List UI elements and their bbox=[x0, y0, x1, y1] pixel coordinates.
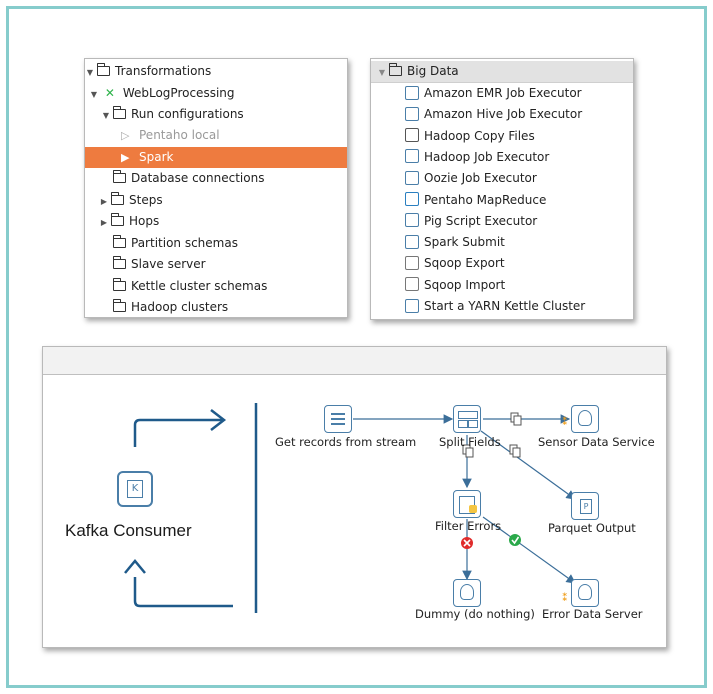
expand-arrow-icon[interactable]: ▼ bbox=[377, 62, 387, 83]
bigdata-item-label: Hadoop Copy Files bbox=[424, 128, 535, 143]
split-fields-label: Split Fields bbox=[439, 435, 501, 449]
bigdata-item[interactable]: Amazon EMR Job Executor bbox=[405, 83, 582, 104]
folder-icon bbox=[113, 277, 126, 291]
filter-errors-label: Filter Errors bbox=[435, 519, 502, 533]
kafka-loop-arrows bbox=[124, 409, 233, 608]
folder-icon bbox=[113, 105, 126, 119]
bigdata-item[interactable]: Sqoop Export bbox=[405, 253, 505, 274]
pig-icon bbox=[405, 213, 419, 228]
true-result-icon bbox=[509, 534, 521, 546]
bigdata-item-label: Start a YARN Kettle Cluster bbox=[424, 299, 586, 313]
bigdata-header-row[interactable]: ▼ Big Data bbox=[377, 61, 459, 82]
tree-item-hops[interactable]: ▶ Hops bbox=[99, 211, 159, 232]
bigdata-item-label: Pig Script Executor bbox=[424, 213, 538, 228]
bigdata-item[interactable]: Sqoop Import bbox=[405, 275, 505, 296]
bigdata-item[interactable]: Start a YARN Kettle Cluster bbox=[405, 296, 585, 317]
view-tree-panel: ▼ Transformations ▼ ✕ WebLogProcessing ▼ Ru… bbox=[84, 58, 348, 318]
kafka-consumer-icon[interactable]: K bbox=[117, 471, 153, 507]
tree-item-weblogprocessing[interactable]: ▼ ✕ WebLogProcessing bbox=[89, 83, 235, 104]
hadoop-icon bbox=[405, 149, 419, 164]
emr-icon bbox=[405, 85, 419, 100]
copy-files-icon bbox=[405, 128, 419, 143]
folder-icon bbox=[113, 298, 126, 312]
error-server-step-icon[interactable] bbox=[571, 579, 599, 607]
tree-item-database-connections[interactable]: Database connections bbox=[111, 168, 264, 189]
play-icon: ▷ bbox=[121, 129, 130, 142]
folder-icon bbox=[113, 169, 126, 183]
folder-icon bbox=[113, 234, 126, 248]
bigdata-item[interactable]: Hadoop Copy Files bbox=[405, 126, 535, 147]
transformation-canvas: K Kafka Consumer Get records from stream… bbox=[42, 346, 667, 648]
kafka-consumer-label: Kafka Consumer bbox=[65, 521, 192, 540]
bigdata-item-label: Amazon EMR Job Executor bbox=[424, 86, 582, 100]
collapse-arrow-icon[interactable]: ▶ bbox=[99, 191, 109, 212]
sensor-service-step-icon[interactable] bbox=[571, 405, 599, 433]
get-records-step-icon[interactable] bbox=[324, 405, 352, 433]
filter-errors-step-icon[interactable] bbox=[453, 490, 481, 518]
collapse-arrow-icon[interactable]: ▶ bbox=[99, 212, 109, 233]
bigdata-item-label: Spark Submit bbox=[424, 235, 505, 250]
bigdata-item-label: Oozie Job Executor bbox=[424, 171, 537, 186]
bigdata-item-label: Pentaho MapReduce bbox=[424, 192, 547, 207]
expand-arrow-icon[interactable]: ▼ bbox=[85, 62, 95, 83]
false-result-icon bbox=[461, 537, 473, 549]
tree-item-hadoop-clusters[interactable]: Hadoop clusters bbox=[111, 297, 228, 317]
folder-icon bbox=[111, 191, 124, 205]
hive-icon bbox=[405, 106, 419, 121]
get-records-label: Get records from stream bbox=[275, 435, 417, 449]
dummy-label: Dummy (do nothing) bbox=[415, 607, 535, 621]
bigdata-item[interactable]: Pentaho MapReduce bbox=[405, 190, 546, 211]
folder-icon bbox=[389, 62, 402, 76]
sqoop-import-icon bbox=[405, 277, 419, 292]
yarn-icon bbox=[405, 298, 419, 313]
bigdata-panel: ▼ Big Data Amazon EMR Job Executor Amazon … bbox=[370, 58, 634, 320]
bigdata-item-label: Sqoop Export bbox=[424, 256, 505, 271]
transformation-icon: ✕ bbox=[104, 86, 115, 100]
parquet-output-label: Parquet Output bbox=[548, 521, 636, 535]
parquet-output-step-icon[interactable]: P bbox=[571, 492, 599, 520]
tree-item-transformations[interactable]: ▼ Transformations bbox=[85, 61, 211, 82]
tree-item-slave-server[interactable]: Slave server bbox=[111, 254, 206, 275]
bigdata-item-label: Sqoop Import bbox=[424, 277, 506, 292]
distribute-icon: ⁑ bbox=[562, 591, 568, 604]
dummy-step-icon[interactable] bbox=[453, 579, 481, 607]
error-server-label: Error Data Server bbox=[542, 607, 643, 621]
split-fields-step-icon[interactable] bbox=[453, 405, 481, 433]
folder-icon bbox=[113, 255, 126, 269]
expand-arrow-icon[interactable]: ▼ bbox=[101, 105, 111, 126]
bigdata-item[interactable]: Pig Script Executor bbox=[405, 211, 537, 232]
sqoop-export-icon bbox=[405, 255, 419, 270]
mapreduce-icon bbox=[405, 192, 419, 206]
tree-item-run-configurations[interactable]: ▼ Run configurations bbox=[101, 104, 244, 125]
tree-item-kettle-cluster-schemas[interactable]: Kettle cluster schemas bbox=[111, 276, 267, 297]
bigdata-item[interactable]: Hadoop Job Executor bbox=[405, 147, 549, 168]
bigdata-item-label: Amazon Hive Job Executor bbox=[424, 107, 583, 122]
bigdata-item[interactable]: Oozie Job Executor bbox=[405, 168, 537, 189]
tree-item-spark[interactable]: ▶ Spark bbox=[121, 147, 173, 168]
spark-icon bbox=[405, 234, 419, 249]
bigdata-item[interactable]: Spark Submit bbox=[405, 232, 505, 253]
bigdata-item-label: Hadoop Job Executor bbox=[424, 149, 550, 164]
sensor-service-label: Sensor Data Service bbox=[538, 435, 655, 449]
distribute-icon: ⁑ bbox=[562, 415, 568, 428]
folder-icon bbox=[97, 62, 110, 76]
tree-item-steps[interactable]: ▶ Steps bbox=[99, 190, 163, 211]
expand-arrow-icon[interactable]: ▼ bbox=[89, 84, 99, 105]
play-icon: ▶ bbox=[121, 151, 130, 164]
folder-icon bbox=[111, 212, 124, 226]
tree-item-partition-schemas[interactable]: Partition schemas bbox=[111, 233, 238, 254]
bigdata-item[interactable]: Amazon Hive Job Executor bbox=[405, 104, 582, 125]
oozie-icon bbox=[405, 170, 419, 185]
tree-item-pentaho-local[interactable]: ▷ Pentaho local bbox=[121, 125, 220, 146]
